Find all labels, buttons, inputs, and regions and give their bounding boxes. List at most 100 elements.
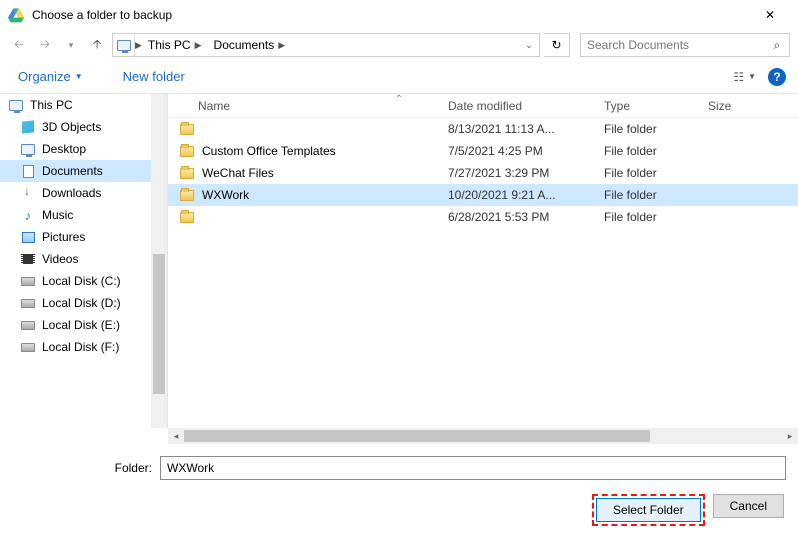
tree-item-label: Pictures — [42, 230, 85, 244]
tree-item[interactable]: Videos — [0, 248, 167, 270]
help-button[interactable]: ? — [768, 68, 786, 86]
toolbar: Organize ▼ New folder ☷ ▼ ? — [0, 60, 798, 94]
column-header-type[interactable]: Type — [604, 99, 708, 113]
file-row[interactable]: WeChat Files 7/27/2021 3:29 PMFile folder — [168, 162, 798, 184]
scroll-right-button[interactable]: ▸ — [782, 428, 798, 444]
horizontal-scrollbar[interactable]: ◂ ▸ — [168, 428, 798, 444]
search-icon[interactable]: ⌕ — [765, 38, 789, 53]
tree-item-label: Documents — [42, 164, 103, 178]
chevron-right-icon[interactable]: ▶ — [195, 40, 202, 51]
folder-field-label: Folder: — [12, 461, 160, 475]
tree-item[interactable]: This PC — [0, 94, 167, 116]
tree-item[interactable]: Downloads — [0, 182, 167, 204]
column-header-date[interactable]: Date modified — [448, 99, 604, 113]
tree-item-label: Downloads — [42, 186, 101, 200]
tree-item[interactable]: Local Disk (F:) — [0, 336, 167, 358]
tree-item[interactable]: Local Disk (D:) — [0, 292, 167, 314]
nav-bar: 🡠 🡢 ▾ 🡡 ▶ This PC ▶ Documents ▶ ⌄ ↻ ⌕ — [0, 30, 798, 60]
file-row[interactable]: 6/28/2021 5:53 PMFile folder — [168, 206, 798, 228]
path-segment-documents[interactable]: Documents ▶ — [208, 34, 292, 56]
chevron-down-icon: ▼ — [75, 72, 83, 81]
scrollbar-thumb[interactable] — [184, 430, 650, 442]
search-input[interactable] — [581, 38, 765, 52]
file-name: Custom Office Templates — [202, 144, 336, 158]
file-type: File folder — [604, 210, 708, 224]
disk-icon — [20, 317, 36, 333]
pic-icon — [20, 229, 36, 245]
folder-name-input[interactable] — [160, 456, 786, 480]
scrollbar-thumb[interactable] — [153, 254, 165, 394]
column-header-name[interactable]: Name — [168, 99, 448, 113]
cancel-button[interactable]: Cancel — [713, 494, 784, 518]
tree-item[interactable]: Desktop — [0, 138, 167, 160]
title-bar: Choose a folder to backup ✕ — [0, 0, 798, 30]
music-icon — [20, 207, 36, 223]
file-type: File folder — [604, 122, 708, 136]
tree-scrollbar[interactable] — [151, 94, 167, 428]
file-name: WXWork — [202, 188, 249, 202]
chevron-right-icon[interactable]: ▶ — [135, 40, 142, 51]
address-dropdown-icon[interactable]: ⌄ — [519, 40, 539, 51]
search-box[interactable]: ⌕ — [580, 33, 790, 57]
tree-item-label: This PC — [30, 98, 73, 112]
path-root-label: This PC — [148, 38, 191, 52]
tree-item[interactable]: Music — [0, 204, 167, 226]
bottom-panel: Folder: Select Folder Cancel — [0, 444, 798, 534]
column-header-size[interactable]: Size — [708, 99, 798, 113]
tree-item[interactable]: Documents — [0, 160, 167, 182]
tree-item[interactable]: Local Disk (E:) — [0, 314, 167, 336]
column-headers: Name Date modified Type Size — [168, 94, 798, 118]
tree-item-label: Local Disk (F:) — [42, 340, 119, 354]
file-date: 7/27/2021 3:29 PM — [448, 166, 604, 180]
tree-item-label: Local Disk (C:) — [42, 274, 121, 288]
recent-dropdown[interactable]: ▾ — [60, 34, 82, 56]
tree-item[interactable]: Pictures — [0, 226, 167, 248]
back-button[interactable]: 🡠 — [8, 34, 30, 56]
up-button[interactable]: 🡡 — [86, 34, 108, 56]
chevron-right-icon[interactable]: ▶ — [278, 40, 285, 51]
folder-icon — [180, 190, 194, 201]
refresh-button[interactable]: ↻ — [544, 33, 570, 57]
highlight-annotation: Select Folder — [592, 494, 705, 526]
file-type: File folder — [604, 166, 708, 180]
disk-icon — [20, 295, 36, 311]
tree-item[interactable]: Local Disk (C:) — [0, 270, 167, 292]
tree-item[interactable]: 3D Objects — [0, 116, 167, 138]
monitor-icon — [20, 141, 36, 157]
main-area: ⌃ This PC3D ObjectsDesktopDocumentsDownl… — [0, 94, 798, 428]
address-bar[interactable]: ▶ This PC ▶ Documents ▶ ⌄ — [112, 33, 540, 57]
tree-item-label: Desktop — [42, 142, 86, 156]
forward-button[interactable]: 🡢 — [34, 34, 56, 56]
file-row[interactable]: 8/13/2021 11:13 A...File folder — [168, 118, 798, 140]
path-segment-thispc[interactable]: This PC ▶ — [142, 34, 208, 56]
doc-icon — [20, 163, 36, 179]
disk-icon — [20, 273, 36, 289]
file-type: File folder — [604, 188, 708, 202]
file-date: 10/20/2021 9:21 A... — [448, 188, 604, 202]
disk-icon — [20, 339, 36, 355]
new-folder-button[interactable]: New folder — [117, 65, 191, 88]
chevron-down-icon: ▼ — [748, 72, 756, 81]
tree-item-label: Local Disk (D:) — [42, 296, 121, 310]
file-row[interactable]: Custom Office Templates7/5/2021 4:25 PMF… — [168, 140, 798, 162]
vid-icon — [20, 251, 36, 267]
file-date: 8/13/2021 11:13 A... — [448, 122, 604, 136]
file-row[interactable]: WXWork 10/20/2021 9:21 A...File folder — [168, 184, 798, 206]
tree-item-label: Music — [42, 208, 73, 222]
file-date: 6/28/2021 5:53 PM — [448, 210, 604, 224]
select-folder-button[interactable]: Select Folder — [596, 498, 701, 522]
tree-item-label: Videos — [42, 252, 78, 266]
folder-icon — [180, 146, 194, 157]
close-button[interactable]: ✕ — [750, 0, 790, 30]
file-date: 7/5/2021 4:25 PM — [448, 144, 604, 158]
tree-item-label: 3D Objects — [42, 120, 101, 134]
organize-button[interactable]: Organize ▼ — [12, 65, 89, 88]
view-list-icon: ☷ — [733, 70, 744, 84]
view-options-button[interactable]: ☷ ▼ — [733, 70, 756, 84]
folder-icon — [180, 168, 194, 179]
tree-item-label: Local Disk (E:) — [42, 318, 120, 332]
scroll-left-button[interactable]: ◂ — [168, 428, 184, 444]
path-root-icon[interactable] — [113, 34, 135, 56]
google-drive-icon — [8, 7, 24, 23]
file-name: WeChat Files — [202, 166, 274, 180]
